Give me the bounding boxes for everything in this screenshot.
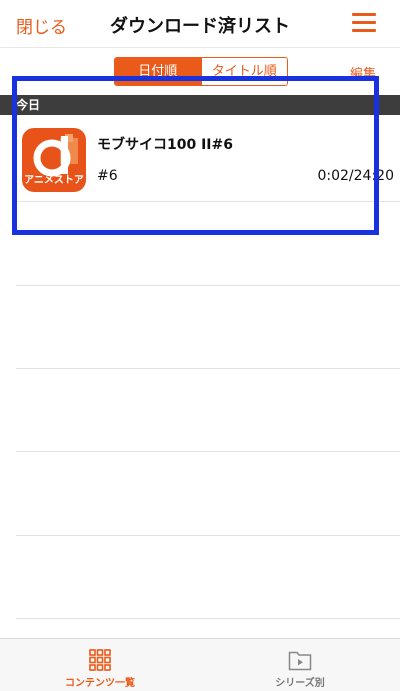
tab-contents-list[interactable]: コンテンツ一覧	[0, 639, 200, 691]
item-duration: 0:02/24:20	[317, 168, 394, 184]
tab-series[interactable]: シリーズ別	[200, 639, 400, 691]
section-header-today: 今日	[0, 95, 400, 115]
tab-label: コンテンツ一覧	[65, 678, 135, 689]
hamburger-menu-icon[interactable]	[352, 12, 376, 34]
tab-bar: コンテンツ一覧 シリーズ別	[0, 638, 400, 691]
sort-by-date-button[interactable]: 日付順	[115, 58, 201, 85]
divider	[16, 618, 400, 619]
sort-segmented-control: 日付順 タイトル順	[114, 57, 288, 86]
divider	[16, 535, 400, 536]
item-title: モブサイコ100 II#6	[97, 137, 233, 153]
divider	[16, 451, 400, 452]
item-episode: #6	[97, 168, 118, 184]
divider	[16, 201, 400, 202]
anime-store-thumbnail: アニメストア	[22, 128, 86, 192]
sort-by-title-button[interactable]: タイトル順	[200, 58, 287, 85]
page-title: ダウンロード済リスト	[110, 16, 290, 37]
divider	[16, 368, 400, 369]
tab-label: シリーズ別	[275, 678, 325, 689]
list-item[interactable]: アニメストア モブサイコ100 II#6 #6 0:02/24:20	[0, 116, 400, 201]
divider	[16, 285, 400, 286]
edit-button[interactable]: 編集	[350, 63, 376, 82]
header-bar: 閉じる ダウンロード済リスト	[0, 0, 400, 48]
grid-icon	[89, 649, 111, 671]
folder-play-icon	[288, 651, 312, 671]
thumbnail-label: アニメストア	[24, 175, 84, 186]
